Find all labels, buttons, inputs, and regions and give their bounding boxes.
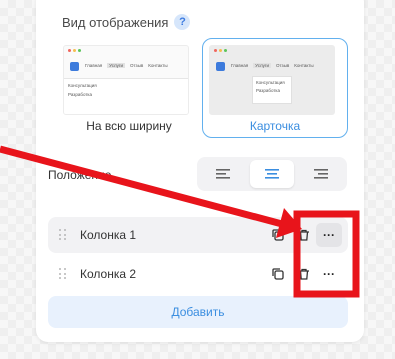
display-option-card[interactable]: Главная Услуги Отзыв Контакты Консультац… bbox=[202, 38, 348, 138]
add-column-button[interactable]: Добавить bbox=[48, 296, 348, 328]
more-icon[interactable]: ··· bbox=[316, 262, 342, 286]
display-option-full-width[interactable]: Главная Услуги Отзыв Контакты Консультац… bbox=[56, 38, 202, 138]
preview-logo bbox=[70, 62, 79, 71]
preview-dropdown: Консультация Разработка bbox=[64, 78, 188, 114]
trash-icon[interactable] bbox=[294, 264, 314, 284]
align-right-icon bbox=[314, 169, 328, 179]
position-label: Положение bbox=[48, 168, 112, 182]
preview-logo bbox=[216, 62, 225, 71]
drag-handle-icon[interactable] bbox=[59, 229, 67, 241]
preview-nav: Главная Услуги Отзыв Контакты bbox=[85, 63, 168, 68]
option-label-full-width: На всю ширину bbox=[86, 119, 172, 133]
align-right-button[interactable] bbox=[299, 160, 343, 188]
column-row[interactable]: Колонка 1 ··· bbox=[48, 217, 348, 253]
drag-handle-icon[interactable] bbox=[59, 268, 67, 280]
align-center-icon bbox=[265, 169, 279, 179]
align-left-button[interactable] bbox=[201, 160, 245, 188]
trash-icon[interactable] bbox=[294, 225, 314, 245]
full-width-preview: Главная Услуги Отзыв Контакты Консультац… bbox=[63, 45, 189, 115]
copy-icon[interactable] bbox=[268, 264, 288, 284]
align-center-button[interactable] bbox=[250, 160, 294, 188]
align-left-icon bbox=[216, 169, 230, 179]
preview-nav: Главная Услуги Отзыв Контакты bbox=[231, 63, 314, 68]
more-icon[interactable]: ··· bbox=[316, 223, 342, 247]
column-label: Колонка 2 bbox=[80, 267, 137, 281]
display-title: Вид отображения bbox=[62, 14, 169, 30]
help-icon[interactable]: ? bbox=[174, 14, 191, 30]
preview-dropdown: Консультация Разработка bbox=[252, 76, 292, 104]
column-row[interactable]: Колонка 2 ··· bbox=[48, 256, 348, 292]
copy-icon[interactable] bbox=[268, 225, 288, 245]
alignment-segmented-control bbox=[197, 157, 347, 191]
option-label-card: Карточка bbox=[249, 119, 301, 133]
column-label: Колонка 1 bbox=[80, 228, 137, 242]
card-preview: Главная Услуги Отзыв Контакты Консультац… bbox=[209, 45, 335, 115]
display-section-title: Вид отображения ? bbox=[62, 14, 191, 30]
